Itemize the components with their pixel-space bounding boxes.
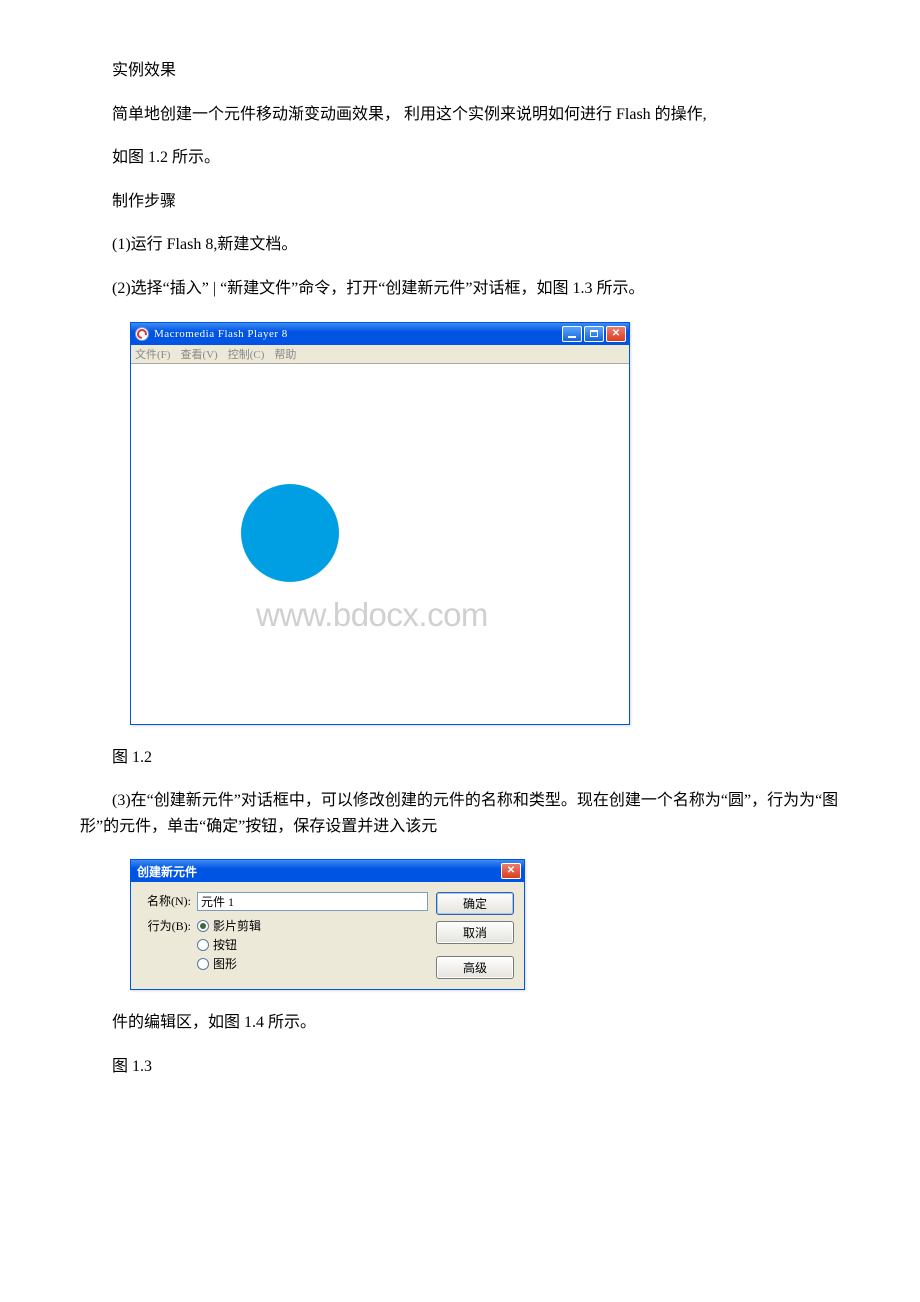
flash-player-icon [135,327,149,341]
radio-icon [197,920,209,932]
advanced-button[interactable]: 高级 [436,956,514,979]
behavior-label: 行为(B): [141,917,197,934]
figure-1-3-caption: 图 1.3 [80,1054,840,1080]
menu-help[interactable]: 帮助 [274,346,296,362]
radio-movieclip[interactable]: 影片剪辑 [197,917,261,934]
para-fig12-ref: 如图 1.2 所示。 [80,145,840,171]
minimize-button[interactable] [562,326,582,342]
para-example-heading: 实例效果 [80,58,840,84]
close-button[interactable]: ✕ [606,326,626,342]
ok-button[interactable]: 确定 [436,892,514,915]
radio-button-label: 按钮 [213,936,237,953]
flash-player-menubar: 文件(F) 查看(V) 控制(C) 帮助 [131,345,629,364]
figure-1-2: Macromedia Flash Player 8 ✕ 文件(F) 查看(V) … [130,322,920,725]
para-step2: (2)选择“插入” | “新建文件”命令，打开“创建新元件”对话框，如图 1.3… [80,276,840,302]
flash-player-window: Macromedia Flash Player 8 ✕ 文件(F) 查看(V) … [130,322,630,725]
dialog-button-column: 确定 取消 高级 [436,892,514,979]
para-intro-text: 简单地创建一个元件移动渐变动画效果， 利用这个实例来说明如何进行 Flash 的… [112,106,707,123]
para-step1: (1)运行 Flash 8,新建文档。 [80,232,840,258]
menu-view[interactable]: 查看(V) [180,346,217,362]
radio-button[interactable]: 按钮 [197,936,261,953]
dialog-left-panel: 名称(N): 行为(B): 影片剪辑 按钮 [141,892,428,979]
radio-icon [197,939,209,951]
new-symbol-dialog: 创建新元件 ✕ 名称(N): 行为(B): 影片剪辑 [130,859,525,990]
radio-movieclip-label: 影片剪辑 [213,917,261,934]
radio-graphic[interactable]: 图形 [197,955,261,972]
watermark-text: www.bdocx.com [256,596,488,634]
name-label: 名称(N): [141,892,197,909]
para-step3-cont: 件的编辑区，如图 1.4 所示。 [80,1010,840,1036]
circle-shape [241,484,339,582]
dialog-title: 创建新元件 [137,863,499,880]
dialog-close-button[interactable]: ✕ [501,863,521,879]
radio-graphic-label: 图形 [213,955,237,972]
dialog-titlebar: 创建新元件 ✕ [131,860,524,882]
flash-player-title: Macromedia Flash Player 8 [154,328,560,340]
name-input[interactable] [197,892,428,911]
maximize-button[interactable] [584,326,604,342]
flash-player-stage: www.bdocx.com [131,364,629,724]
menu-control[interactable]: 控制(C) [228,346,265,362]
para-steps-heading: 制作步骤 [80,189,840,215]
menu-file[interactable]: 文件(F) [135,346,170,362]
behavior-radios: 影片剪辑 按钮 图形 [197,917,261,972]
figure-1-3: 创建新元件 ✕ 名称(N): 行为(B): 影片剪辑 [130,859,920,990]
para-step3: (3)在“创建新元件”对话框中，可以修改创建的元件的名称和类型。现在创建一个名称… [80,788,840,839]
dialog-body: 名称(N): 行为(B): 影片剪辑 按钮 [131,882,524,989]
flash-player-titlebar: Macromedia Flash Player 8 ✕ [131,323,629,345]
figure-1-2-caption: 图 1.2 [80,745,840,771]
cancel-button[interactable]: 取消 [436,921,514,944]
para-intro: 简单地创建一个元件移动渐变动画效果， 利用这个实例来说明如何进行 Flash 的… [80,102,840,128]
radio-icon [197,958,209,970]
